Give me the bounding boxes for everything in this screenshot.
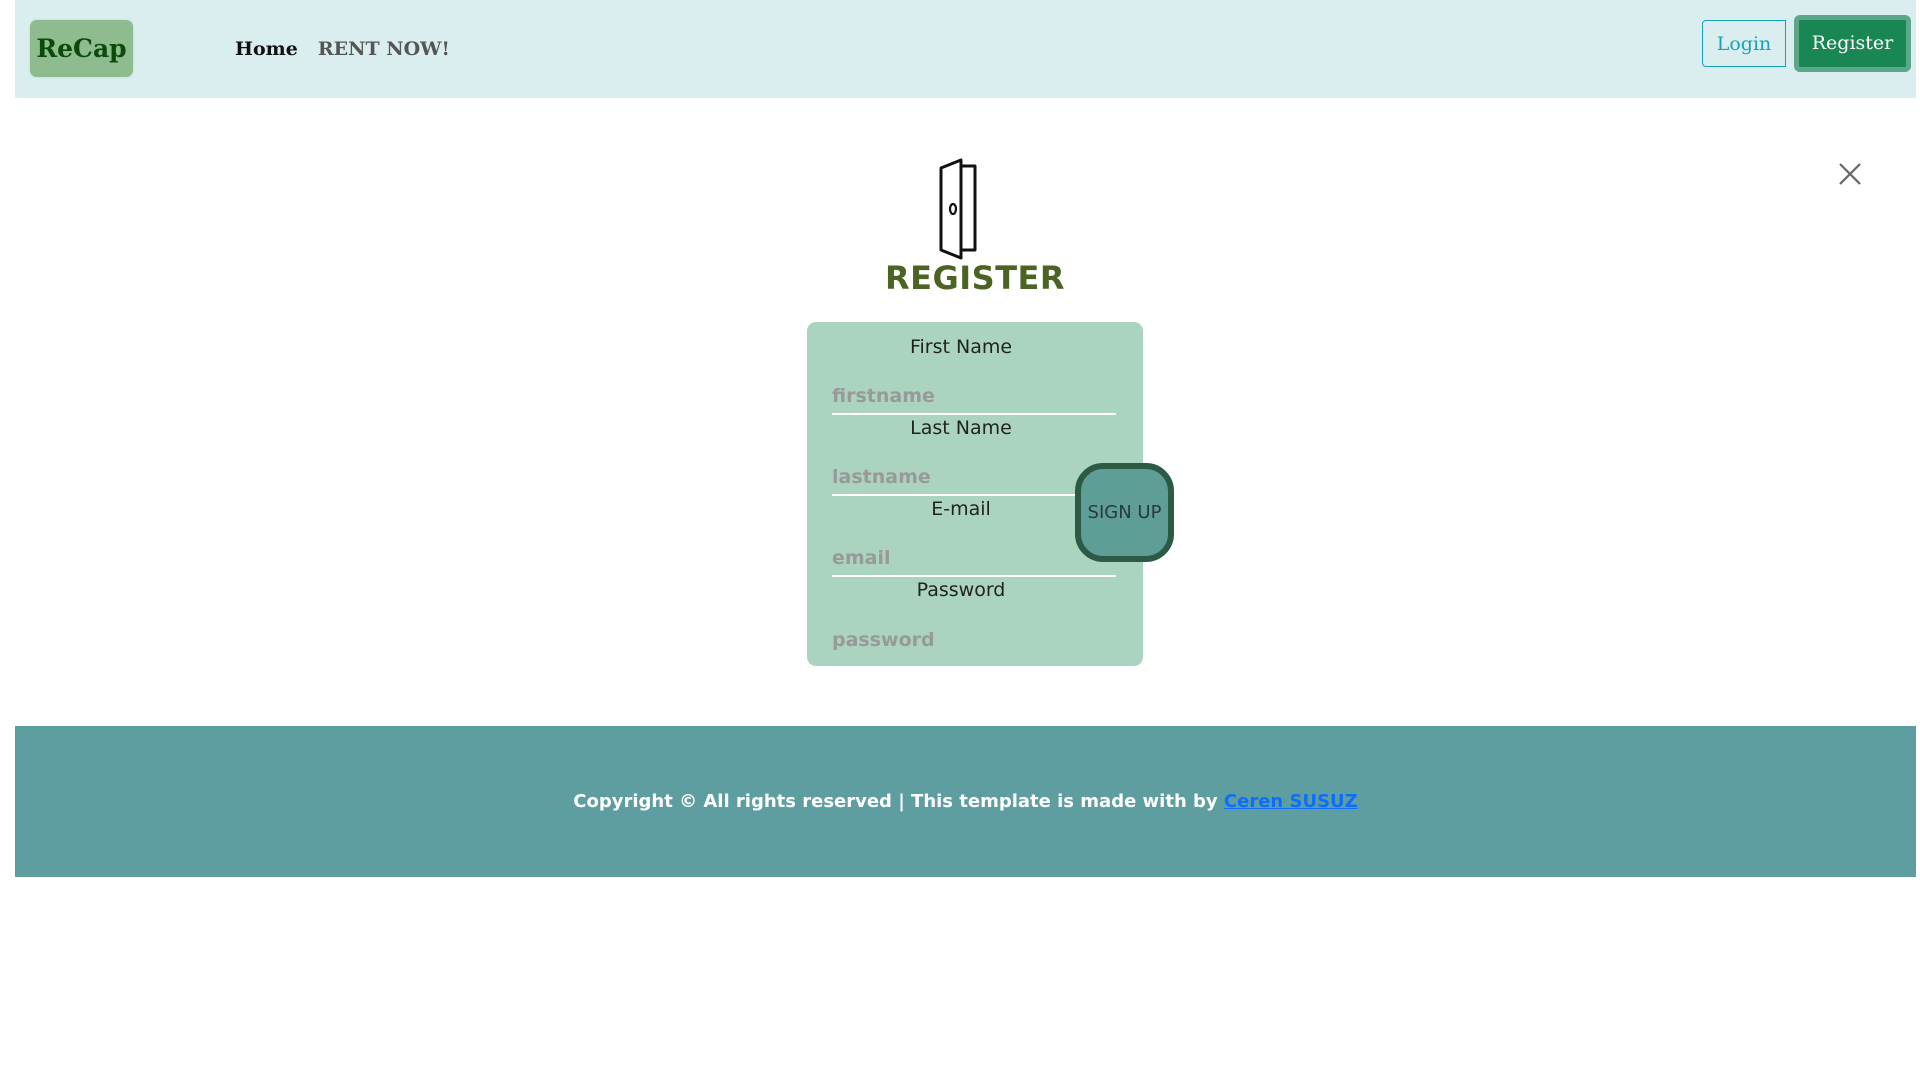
- register-button[interactable]: Register: [1794, 15, 1911, 72]
- email-input[interactable]: [832, 541, 1116, 577]
- signup-button[interactable]: SIGN UP: [1075, 463, 1174, 562]
- register-title: REGISTER: [884, 259, 1066, 297]
- nav-rent-now-link[interactable]: RENT NOW!: [318, 38, 450, 60]
- email-label: E-mail: [931, 498, 991, 520]
- author-link[interactable]: Ceren SUSUZ: [1224, 791, 1358, 812]
- navbar: ReCap Home RENT NOW! Login Register: [15, 0, 1916, 98]
- footer: Copyright © All rights reserved | This t…: [15, 726, 1916, 877]
- footer-text: Copyright © All rights reserved | This t…: [15, 726, 1916, 877]
- copyright-text: Copyright © All rights reserved | This t…: [573, 791, 1224, 812]
- nav-home-link[interactable]: Home: [235, 38, 298, 60]
- last-name-input[interactable]: [832, 460, 1116, 496]
- login-button[interactable]: Login: [1702, 20, 1786, 67]
- first-name-label: First Name: [909, 336, 1013, 358]
- password-input[interactable]: [832, 622, 1116, 658]
- close-icon[interactable]: [1836, 160, 1864, 188]
- nav-links: Home RENT NOW!: [235, 0, 450, 98]
- brand-logo[interactable]: ReCap: [30, 20, 133, 77]
- password-label: Password: [916, 579, 1006, 601]
- last-name-label: Last Name: [910, 417, 1012, 439]
- door-icon: [937, 158, 979, 260]
- first-name-input[interactable]: [832, 379, 1116, 415]
